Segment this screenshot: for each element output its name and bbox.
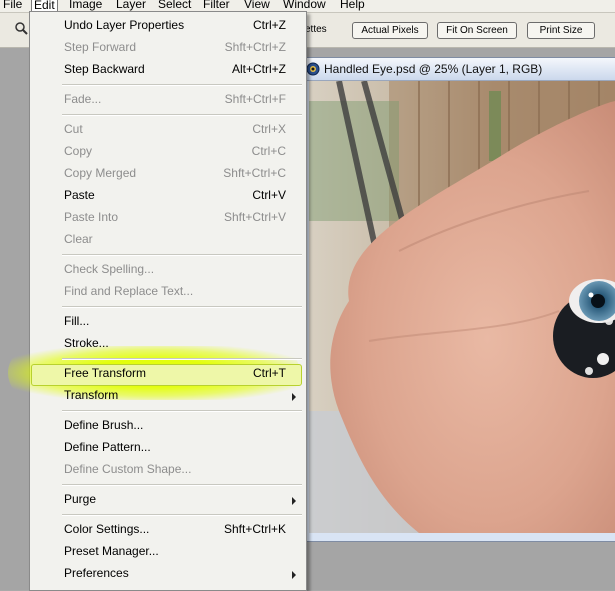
menu-item-purge[interactable]: Purge — [30, 489, 306, 511]
actual-pixels-button[interactable]: Actual Pixels — [352, 22, 428, 39]
menu-item-transform[interactable]: Transform — [30, 385, 306, 407]
document-title: Handled Eye.psd @ 25% (Layer 1, RGB) — [324, 62, 543, 76]
menu-item-define-brush[interactable]: Define Brush... — [30, 415, 306, 437]
fit-on-screen-button[interactable]: Fit On Screen — [437, 22, 517, 39]
menu-separator — [62, 114, 302, 116]
menu-item-cut[interactable]: Cut Ctrl+X — [30, 119, 306, 141]
menu-separator — [62, 514, 302, 516]
menu-item-stroke[interactable]: Stroke... — [30, 333, 306, 355]
submenu-arrow-icon — [292, 497, 296, 505]
menu-item-step-forward[interactable]: Step Forward Shft+Ctrl+Z — [30, 37, 306, 59]
menu-item-define-pattern[interactable]: Define Pattern... — [30, 437, 306, 459]
menu-item-free-transform[interactable]: Free Transform Ctrl+T — [30, 363, 306, 385]
menu-separator — [62, 306, 302, 308]
menu-separator — [62, 358, 302, 360]
menu-separator — [62, 484, 302, 486]
menu-item-step-backward[interactable]: Step Backward Alt+Ctrl+Z — [30, 59, 306, 81]
menu-item-paste[interactable]: Paste Ctrl+V — [30, 185, 306, 207]
menu-file[interactable]: File — [3, 0, 22, 12]
menu-item-undo-layer-properties[interactable]: Undo Layer Properties Ctrl+Z — [30, 15, 306, 37]
photoshop-doc-icon — [306, 62, 320, 76]
menu-item-paste-into[interactable]: Paste Into Shft+Ctrl+V — [30, 207, 306, 229]
document-canvas[interactable] — [309, 81, 615, 533]
menu-item-color-settings[interactable]: Color Settings... Shft+Ctrl+K — [30, 519, 306, 541]
palettes-label[interactable]: ettes — [305, 24, 327, 35]
menu-separator — [62, 84, 302, 86]
menu-item-define-custom-shape[interactable]: Define Custom Shape... — [30, 459, 306, 481]
submenu-arrow-icon — [292, 571, 296, 579]
document-title-bar[interactable]: Handled Eye.psd @ 25% (Layer 1, RGB) — [301, 58, 615, 81]
menu-item-copy[interactable]: Copy Ctrl+C — [30, 141, 306, 163]
menu-item-fade[interactable]: Fade... Shft+Ctrl+F — [30, 89, 306, 111]
document-window[interactable]: Handled Eye.psd @ 25% (Layer 1, RGB) — [300, 57, 615, 542]
menu-separator — [62, 410, 302, 412]
menu-help[interactable]: Help — [340, 0, 365, 12]
menu-separator — [62, 254, 302, 256]
menu-item-find-and-replace-text[interactable]: Find and Replace Text... — [30, 281, 306, 303]
menu-item-preferences[interactable]: Preferences — [30, 563, 306, 585]
submenu-arrow-icon — [292, 393, 296, 401]
menu-item-preset-manager[interactable]: Preset Manager... — [30, 541, 306, 563]
menu-item-clear[interactable]: Clear — [30, 229, 306, 251]
menu-item-fill[interactable]: Fill... — [30, 311, 306, 333]
menu-item-check-spelling[interactable]: Check Spelling... — [30, 259, 306, 281]
zoom-tool-icon[interactable] — [14, 21, 28, 35]
menu-item-copy-merged[interactable]: Copy Merged Shft+Ctrl+C — [30, 163, 306, 185]
print-size-button[interactable]: Print Size — [527, 22, 595, 39]
